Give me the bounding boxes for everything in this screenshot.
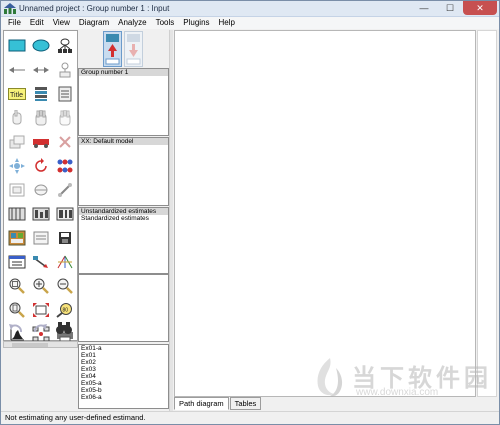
double-arrow-icon[interactable] [31,60,51,79]
view-text-icon[interactable] [7,228,27,247]
shape-icon[interactable] [7,180,27,199]
reflect-icon[interactable] [55,156,75,175]
save-icon[interactable] [55,228,75,247]
title-bar: Unnamed project : Group number 1 : Input… [1,1,499,17]
object-properties-icon[interactable] [7,252,27,271]
input-diagram-icon [105,34,120,65]
list-item[interactable]: Ex01-a [79,345,168,352]
menu-analyze[interactable]: Analyze [114,17,151,29]
page-view-icon[interactable] [7,300,27,319]
list-item[interactable]: Ex01 [79,352,168,359]
estimates-panel[interactable]: Unstandardized estimates Standardized es… [78,207,169,274]
duplicate-icon[interactable] [7,132,27,151]
deselect-all-icon[interactable] [55,108,75,127]
erase-icon[interactable] [55,132,75,151]
specification-search-icon[interactable] [54,318,74,337]
status-bar: Not estimating any user-defined estimand… [1,411,499,424]
maximize-button[interactable]: ☐ [437,1,463,15]
estimates-item-standardized[interactable]: Standardized estimates [79,215,168,222]
title-icon[interactable]: Title [7,84,27,103]
zoom-area-icon[interactable] [7,276,27,295]
analysis-properties-icon[interactable] [31,204,51,223]
svg-text:Title: Title [10,92,23,99]
menu-bar: File Edit View Diagram Analyze Tools Plu… [1,17,499,29]
rotate-icon[interactable] [31,156,51,175]
estimates-item-unstandardized[interactable]: Unstandardized estimates [79,208,168,215]
panel-splitter[interactable] [169,30,173,411]
rectangle-icon[interactable] [7,36,27,55]
loupe-icon[interactable]: 80 [55,300,75,319]
menu-view[interactable]: View [49,17,75,29]
list-item[interactable]: Ex05-a [79,380,168,387]
close-button[interactable]: ✕ [463,1,497,15]
files-variables-panel[interactable]: Ex01-a Ex01 Ex02 Ex03 Ex04 Ex05-a Ex05-b… [78,344,169,409]
arrow-left-icon[interactable] [7,60,27,79]
menu-diagram[interactable]: Diagram [75,17,114,29]
computation-summary-panel [78,274,169,342]
menu-help[interactable]: Help [215,17,240,29]
amos-app-icon [4,3,16,14]
window-title: Unnamed project : Group number 1 : Input [19,4,170,13]
fit-page-icon[interactable] [31,300,51,319]
models-panel[interactable]: XX: Default model [78,137,169,206]
tab-path-diagram[interactable]: Path diagram [174,397,229,410]
view-input-path-diagram-button[interactable] [103,31,122,67]
indicator-latent-icon[interactable] [55,36,75,55]
calculate-estimates-icon[interactable] [55,204,75,223]
select-one-icon[interactable] [7,108,27,127]
list-item[interactable]: Ex04 [79,373,168,380]
palette-horizontal-scrollbar[interactable] [3,341,78,348]
view-tabs: Path diagram Tables [174,397,262,410]
menu-edit[interactable]: Edit [26,17,49,29]
tab-tables[interactable]: Tables [229,397,262,410]
list-item[interactable]: Ex05-b [79,387,168,394]
unique-variable-icon[interactable] [55,60,75,79]
zoom-out-icon[interactable] [55,276,75,295]
zoom-in-icon[interactable] [31,276,51,295]
status-text: Not estimating any user-defined estimand… [5,413,146,422]
select-all-icon[interactable] [31,108,51,127]
canvas-vertical-scrollbar[interactable] [477,30,497,397]
menu-tools[interactable]: Tools [152,17,180,29]
output-diagram-icon [126,34,141,65]
scrollbar-thumb[interactable] [12,343,48,347]
group-item[interactable]: Group number 1 [79,69,168,76]
bayesian-icon[interactable] [55,252,75,271]
model-view-strip [78,30,169,68]
list-item[interactable]: Ex03 [79,366,168,373]
path-diagram-canvas[interactable] [174,30,476,397]
data-files-icon[interactable] [7,204,27,223]
list-data-icon[interactable] [55,84,75,103]
ellipse-icon[interactable] [31,36,51,55]
svg-text:80: 80 [63,307,69,313]
copy-icon[interactable] [31,228,51,247]
move-icon[interactable] [31,132,51,151]
drag-properties-icon[interactable] [31,252,51,271]
view-output-path-diagram-button[interactable] [124,31,143,67]
minimize-button[interactable]: — [411,1,437,15]
model-item[interactable]: XX: Default model [79,138,168,145]
tool-palette: Title 80 [3,30,78,341]
touch-up-icon[interactable] [31,180,51,199]
groups-panel[interactable]: Group number 1 [78,68,169,136]
list-variables-icon[interactable] [31,84,51,103]
menu-plugins[interactable]: Plugins [179,17,214,29]
redo-icon[interactable] [30,318,50,337]
menu-file[interactable]: File [4,17,26,29]
list-item[interactable]: Ex02 [79,359,168,366]
move-parameter-icon[interactable] [7,156,27,175]
preserve-symmetry-icon[interactable] [55,180,75,199]
list-item[interactable]: Ex06-a [79,394,168,401]
undo-icon[interactable] [6,318,26,337]
app-window: Unnamed project : Group number 1 : Input… [0,0,500,425]
